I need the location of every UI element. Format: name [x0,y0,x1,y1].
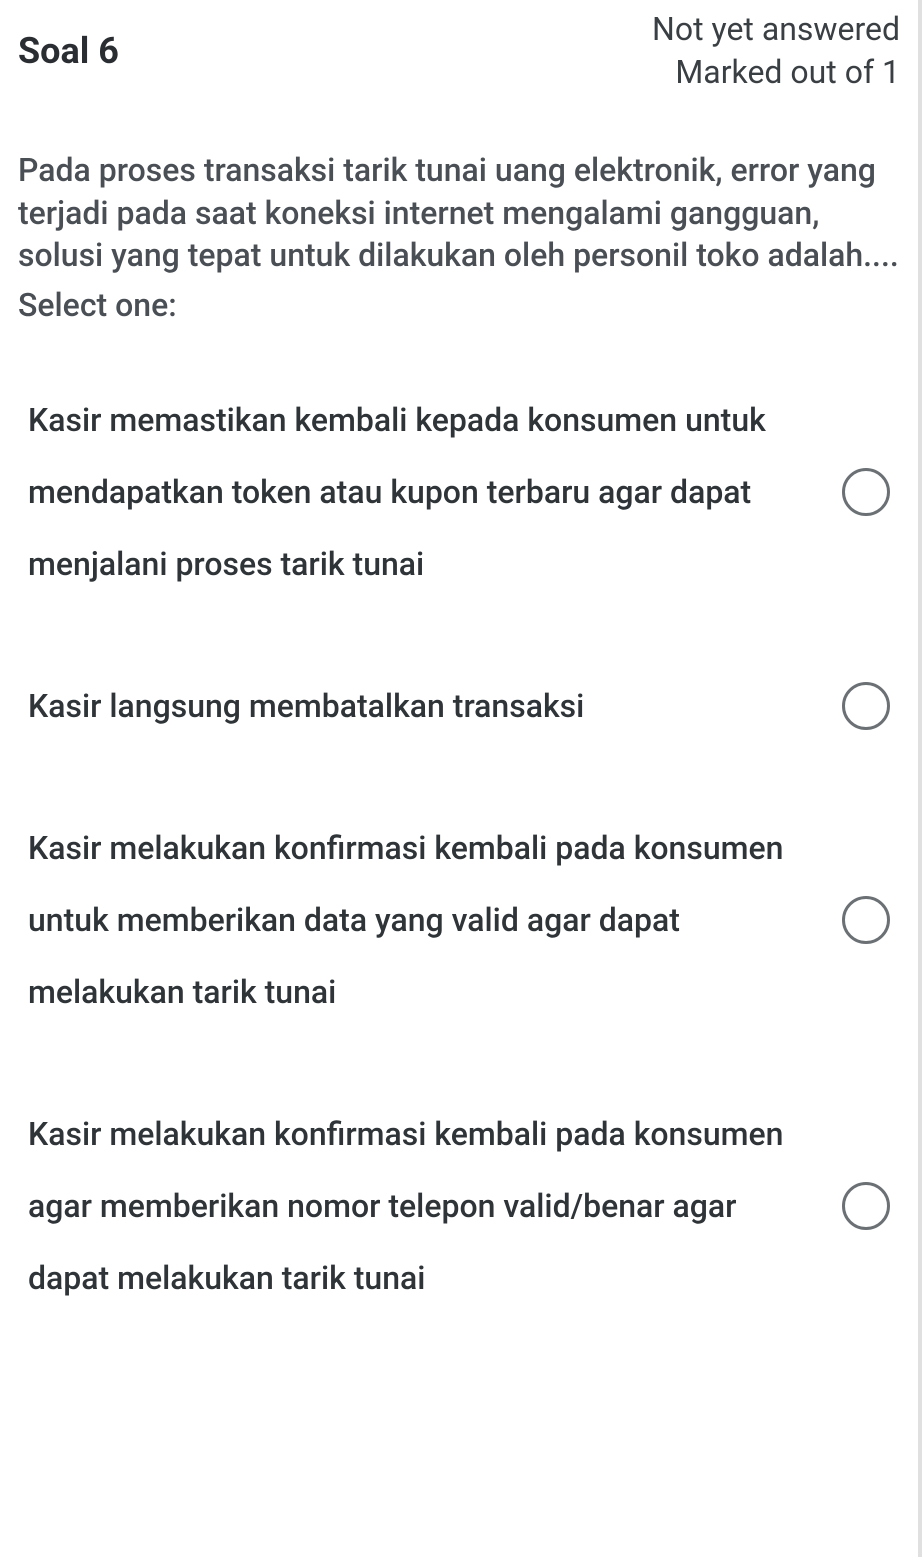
option-row[interactable]: Kasir melakukan konfirmasi kembali pada … [18,812,900,1028]
option-row[interactable]: Kasir memastikan kembali kepada konsumen… [18,384,900,600]
option-row[interactable]: Kasir langsung membatalkan transaksi [18,670,900,742]
status-marked-out: Marked out of 1 [652,51,900,94]
option-row[interactable]: Kasir melakukan konfirmasi kembali pada … [18,1098,900,1314]
status-not-answered: Not yet answered [652,8,900,51]
radio-option-3[interactable] [842,896,890,944]
option-text: Kasir melakukan konfirmasi kembali pada … [28,812,842,1028]
question-number: Soal 6 [18,8,119,72]
radio-option-2[interactable] [842,682,890,730]
radio-option-4[interactable] [842,1182,890,1230]
option-text: Kasir memastikan kembali kepada konsumen… [28,384,842,600]
option-text: Kasir melakukan konfirmasi kembali pada … [28,1098,842,1314]
option-text: Kasir langsung membatalkan transaksi [28,670,842,742]
radio-option-1[interactable] [842,468,890,516]
question-header: Soal 6 Not yet answered Marked out of 1 [18,0,900,114]
select-one-label: Select one: [18,286,900,324]
question-status: Not yet answered Marked out of 1 [652,8,900,94]
question-container: Soal 6 Not yet answered Marked out of 1 … [0,0,922,1557]
question-text: Pada proses transaksi tarik tunai uang e… [18,149,900,276]
